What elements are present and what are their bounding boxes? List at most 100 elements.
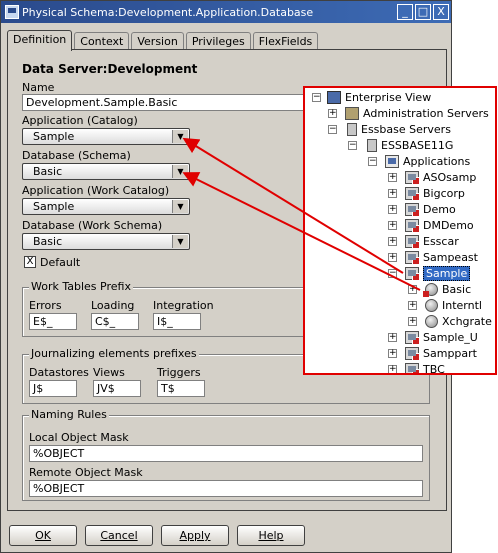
application-icon xyxy=(405,250,420,265)
integration-field[interactable]: I$_ xyxy=(153,313,201,330)
ok-button[interactable]: OK xyxy=(9,525,77,546)
tree-node-app[interactable]: Demo xyxy=(405,201,456,217)
expand-toggle-icon[interactable]: + xyxy=(388,349,397,358)
tree-node-app[interactable]: Bigcorp xyxy=(405,185,465,201)
apply-button[interactable]: Apply xyxy=(161,525,229,546)
collapse-toggle-icon[interactable]: − xyxy=(368,157,377,166)
application-icon xyxy=(405,346,420,361)
expand-toggle-icon[interactable]: + xyxy=(388,237,397,246)
tree-label: Xchgrate xyxy=(442,314,492,328)
dropdown-arrow-icon[interactable]: ▼ xyxy=(172,235,188,248)
application-icon xyxy=(405,234,420,249)
triggers-field[interactable]: T$ xyxy=(157,380,205,397)
tree-node-app-sample[interactable]: Sample xyxy=(405,265,471,281)
collapse-toggle-icon[interactable]: − xyxy=(312,93,321,102)
tree-node-app[interactable]: DMDemo xyxy=(405,217,474,233)
tree-label: ESSBASE11G xyxy=(381,138,454,152)
dropdown-arrow-icon[interactable]: ▼ xyxy=(172,200,188,213)
applications-icon xyxy=(385,154,399,168)
expand-toggle-icon[interactable]: + xyxy=(388,365,397,373)
app-work-catalog-label: Application (Work Catalog) xyxy=(22,184,170,197)
help-button[interactable]: Help xyxy=(237,525,305,546)
application-icon xyxy=(405,218,420,233)
db-work-schema-select[interactable]: Basic ▼ xyxy=(22,233,190,250)
dropdown-arrow-icon[interactable]: ▼ xyxy=(172,165,188,178)
db-work-schema-value: Basic xyxy=(33,235,63,248)
datastores-field[interactable]: J$ xyxy=(29,380,77,397)
collapse-toggle-icon[interactable]: − xyxy=(348,141,357,150)
tab-bar: Definition Context Version Privileges Fl… xyxy=(7,30,320,51)
views-field[interactable]: JV$ xyxy=(93,380,141,397)
application-icon xyxy=(405,202,420,217)
db-schema-select[interactable]: Basic ▼ xyxy=(22,163,190,180)
tree-node-admin-servers[interactable]: Administration Servers xyxy=(345,105,489,121)
tree-node-enterprise-view[interactable]: Enterprise View xyxy=(327,89,431,105)
tree-node-db[interactable]: Interntl xyxy=(425,297,482,313)
naming-rules-title: Naming Rules xyxy=(29,408,109,421)
expand-toggle-icon[interactable]: + xyxy=(408,301,417,310)
default-checkbox[interactable]: X xyxy=(24,256,36,268)
tree-node-essbase11g[interactable]: ESSBASE11G xyxy=(367,137,453,153)
essbase-tree-panel: − Enterprise View + Administration Serve… xyxy=(303,86,497,375)
name-field[interactable]: Development.Sample.Basic xyxy=(22,94,312,111)
application-icon xyxy=(405,170,420,185)
app-catalog-value: Sample xyxy=(33,130,75,143)
tree-label-selected: Sample xyxy=(423,265,471,281)
tree-node-app[interactable]: Sample_U xyxy=(405,329,478,345)
expand-toggle-icon[interactable]: + xyxy=(388,333,397,342)
window-app-icon xyxy=(5,5,19,19)
tree-node-applications[interactable]: Applications xyxy=(385,153,470,169)
enterprise-icon xyxy=(327,90,341,104)
database-icon xyxy=(423,282,438,297)
app-work-catalog-select[interactable]: Sample ▼ xyxy=(22,198,190,215)
integration-label: Integration xyxy=(153,299,214,312)
tree-node-app[interactable]: Esscar xyxy=(405,233,459,249)
database-icon xyxy=(425,314,438,328)
local-mask-field[interactable]: %OBJECT xyxy=(29,445,423,462)
tree-label: TBC xyxy=(423,362,445,375)
tree-node-db[interactable]: Xchgrate xyxy=(425,313,492,329)
tree-node-app[interactable]: Samppart xyxy=(405,345,477,361)
maximize-button[interactable]: □ xyxy=(415,4,431,20)
triggers-label: Triggers xyxy=(157,366,201,379)
expand-toggle-icon[interactable]: + xyxy=(388,205,397,214)
application-icon xyxy=(405,330,420,345)
db-work-schema-label: Database (Work Schema) xyxy=(22,219,163,232)
app-catalog-select[interactable]: Sample ▼ xyxy=(22,128,190,145)
expand-toggle-icon[interactable]: + xyxy=(388,221,397,230)
tree-label: Essbase Servers xyxy=(361,122,451,136)
expand-toggle-icon[interactable]: + xyxy=(328,109,337,118)
admin-server-icon xyxy=(345,106,359,120)
name-label: Name xyxy=(22,81,55,94)
tree-label: Applications xyxy=(403,154,471,168)
naming-rules-group: Naming Rules Local Object Mask %OBJECT R… xyxy=(22,408,430,501)
tree-node-essbase-servers[interactable]: Essbase Servers xyxy=(347,121,451,137)
title-bar[interactable]: Physical Schema:Development.Application.… xyxy=(1,1,451,23)
expand-toggle-icon[interactable]: + xyxy=(388,189,397,198)
tree-label: Enterprise View xyxy=(345,90,432,104)
server-icon xyxy=(347,122,357,136)
tree-node-db[interactable]: Basic xyxy=(423,281,471,297)
expand-toggle-icon[interactable]: + xyxy=(408,317,417,326)
application-icon xyxy=(405,186,420,201)
remote-mask-field[interactable]: %OBJECT xyxy=(29,480,423,497)
tree-node-app[interactable]: TBC xyxy=(405,361,445,375)
tree-label: Bigcorp xyxy=(423,186,465,200)
expand-toggle-icon[interactable]: + xyxy=(388,173,397,182)
minimize-button[interactable]: _ xyxy=(397,4,413,20)
expand-toggle-icon[interactable]: + xyxy=(408,285,417,294)
tree-node-app[interactable]: ASOsamp xyxy=(405,169,476,185)
dropdown-arrow-icon[interactable]: ▼ xyxy=(172,130,188,143)
tree-node-app[interactable]: Sampeast xyxy=(405,249,478,265)
journalizing-title: Journalizing elements prefixes xyxy=(29,347,199,360)
close-button[interactable]: X xyxy=(433,4,449,20)
collapse-toggle-icon[interactable]: − xyxy=(388,269,397,278)
tree-label: Demo xyxy=(423,202,456,216)
errors-field[interactable]: E$_ xyxy=(29,313,77,330)
collapse-toggle-icon[interactable]: − xyxy=(328,125,337,134)
expand-toggle-icon[interactable]: + xyxy=(388,253,397,262)
loading-field[interactable]: C$_ xyxy=(91,313,139,330)
errors-label: Errors xyxy=(29,299,62,312)
cancel-button[interactable]: Cancel xyxy=(85,525,153,546)
tab-definition[interactable]: Definition xyxy=(7,30,73,51)
